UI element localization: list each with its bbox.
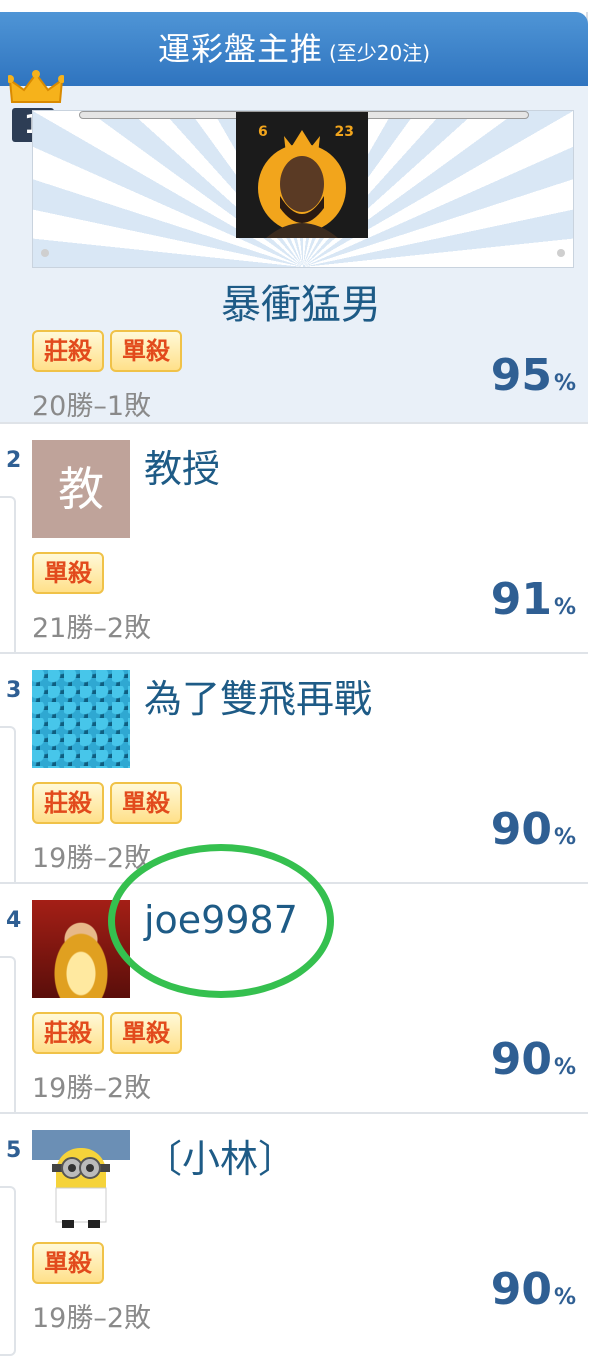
row-tab (0, 956, 16, 1126)
avatar[interactable]: 教 (32, 440, 130, 538)
badge: 單殺 (32, 1242, 104, 1284)
rank-row[interactable]: 5 〔小林〕 單殺 19勝–2敗 90% (0, 1114, 588, 1356)
badge: 莊殺 (32, 330, 104, 372)
badge: 莊殺 (32, 782, 104, 824)
percent-value: 95 (490, 350, 552, 401)
row-tab (0, 726, 16, 896)
crown-icon (6, 70, 66, 106)
banner-pin (41, 249, 49, 257)
badge: 單殺 (110, 1012, 182, 1054)
user-name[interactable]: 〔小林〕 (144, 1128, 296, 1183)
win-percent: 90% (491, 1264, 576, 1315)
user-name[interactable]: 教授 (144, 438, 220, 493)
top-name[interactable]: 暴衝猛男 (0, 272, 602, 330)
win-percent: 91% (491, 574, 576, 625)
badge-list: 莊殺 單殺 (32, 782, 182, 824)
top-avatar[interactable]: 6 23 (236, 112, 368, 238)
percent-value: 91 (490, 574, 552, 625)
rank-number: 3 (6, 678, 22, 703)
badge: 單殺 (110, 782, 182, 824)
badge: 單殺 (32, 552, 104, 594)
jersey-right: 23 (334, 124, 354, 140)
user-name[interactable]: 為了雙飛再戰 (144, 668, 372, 723)
rank-number: 2 (6, 448, 22, 473)
badge-list: 莊殺 單殺 (32, 330, 182, 372)
percent-unit: % (553, 371, 576, 396)
badge: 單殺 (110, 330, 182, 372)
highlight-circle (108, 844, 334, 998)
banner-pin (557, 249, 565, 257)
row-tab (0, 496, 16, 666)
percent-value: 90 (490, 1034, 552, 1085)
percent-unit: % (553, 595, 576, 620)
win-percent: 90% (491, 804, 576, 855)
rank-row[interactable]: 3 為了雙飛再戰 莊殺 單殺 19勝–2敗 90% (0, 654, 588, 896)
win-percent: 95% (491, 350, 576, 401)
rank-number: 5 (6, 1138, 22, 1163)
avatar[interactable] (32, 670, 130, 768)
record: 19勝–2敗 (32, 843, 152, 874)
header-title: 運彩盤主推 (157, 30, 323, 68)
percent-unit: % (553, 1055, 576, 1080)
win-percent: 90% (491, 1034, 576, 1085)
percent-unit: % (553, 825, 576, 850)
percent-unit: % (553, 1285, 576, 1310)
percent-value: 90 (490, 1264, 552, 1315)
record: 19勝–2敗 (32, 1073, 152, 1104)
ranking-panel: 運彩盤主推(至少20注) 1 6 23 (0, 12, 588, 1356)
record: 19勝–2敗 (32, 1303, 152, 1334)
badge-list: 莊殺 單殺 (32, 1012, 182, 1054)
record: 21勝–2敗 (32, 613, 152, 644)
record: 20勝–1敗 (32, 391, 152, 422)
avatar-letter: 教 (58, 462, 104, 516)
badge-list: 單殺 (32, 552, 104, 594)
rank-row[interactable]: 2 教 教授 單殺 21勝–2敗 91% (0, 424, 588, 666)
row-tab (0, 1186, 16, 1356)
panel-header: 運彩盤主推 (至少20注) (0, 12, 588, 86)
percent-value: 90 (490, 804, 552, 855)
rank-number: 4 (6, 908, 22, 933)
top-rank-card[interactable]: 1 6 23 暴衝猛男 莊殺 單殺 20勝–1敗 95% (0, 70, 588, 424)
avatar[interactable] (32, 1130, 130, 1228)
badge: 莊殺 (32, 1012, 104, 1054)
header-subtitle: (至少20注) (328, 41, 431, 65)
jersey-left: 6 (258, 124, 268, 140)
badge-list: 單殺 (32, 1242, 104, 1284)
